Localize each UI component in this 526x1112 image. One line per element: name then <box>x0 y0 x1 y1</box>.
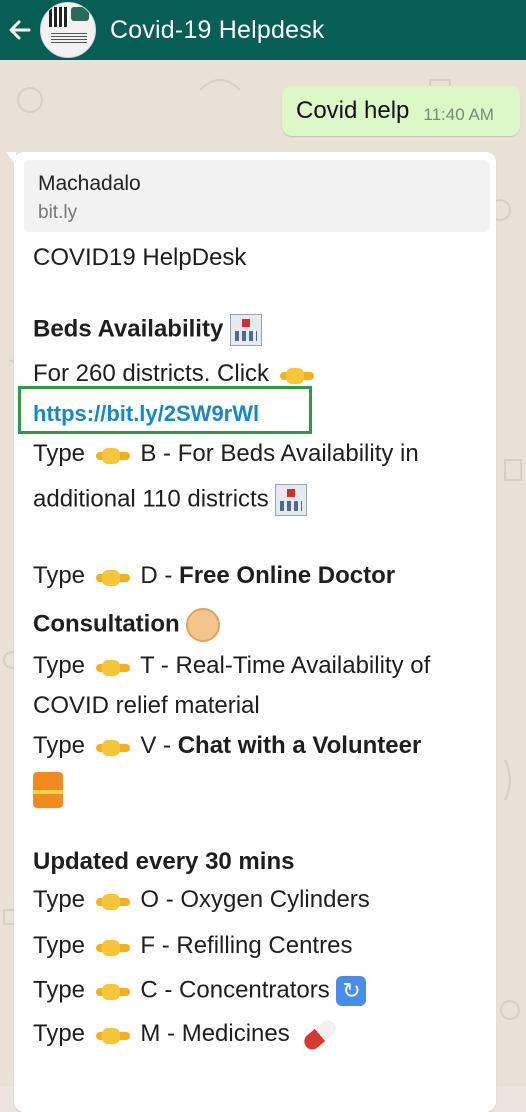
pointing-hand-icon <box>95 980 130 1002</box>
districts-line: For 260 districts. Click <box>33 360 318 388</box>
type-label: Type <box>33 440 86 467</box>
chat-title[interactable]: Covid-19 Helpdesk <box>110 16 325 45</box>
qr-code-icon <box>49 7 69 27</box>
option-f-line: Type F - Refilling Centres <box>33 932 352 960</box>
type-label: Type <box>33 886 86 913</box>
option-v-line: Type V - Chat with a Volunteer <box>33 732 421 760</box>
avatar[interactable] <box>40 2 96 58</box>
type-label: Type <box>33 562 86 589</box>
option-m-line: Type M - Medicines <box>33 1016 340 1053</box>
option-t-line: Type T - Real-Time Availability of <box>33 652 430 680</box>
pointing-hand-icon <box>95 566 130 588</box>
pointing-hand-icon <box>279 364 314 386</box>
hospital-icon <box>275 484 308 516</box>
pointing-hand-icon <box>95 736 130 758</box>
link-line: https://bit.ly/2SW9rWl <box>33 400 259 428</box>
incoming-message[interactable]: Machadalo bit.ly COVID19 HelpDesk Beds A… <box>6 152 496 1112</box>
pointing-hand-icon <box>95 656 130 678</box>
beds-title: Beds Availability <box>33 315 224 343</box>
option-t-line-2: COVID relief material <box>33 692 260 720</box>
option-d-title-2: Consultation <box>33 610 180 638</box>
preview-domain: bit.ly <box>38 202 78 223</box>
pointing-hand-icon <box>95 890 130 912</box>
option-d-title: Free Online Doctor <box>179 562 396 589</box>
bubble-tail <box>6 152 16 166</box>
link-preview[interactable]: Machadalo bit.ly <box>24 160 490 232</box>
pointing-hand-icon <box>95 1024 130 1046</box>
option-t-text-2: COVID relief material <box>33 692 260 719</box>
back-button[interactable] <box>0 10 40 50</box>
option-b-text-2: additional 110 districts <box>33 485 269 513</box>
message-heading: COVID19 HelpDesk <box>33 244 247 271</box>
chat-header: Covid-19 Helpdesk <box>0 0 526 60</box>
updated-line: Updated every 30 mins <box>33 848 295 875</box>
option-c-line: Type C - Concentrators ↻ <box>33 976 367 1006</box>
type-label: Type <box>33 932 86 959</box>
type-label: Type <box>33 976 86 1004</box>
option-d-line-2: Consultation <box>33 608 221 642</box>
option-m-text: M - Medicines <box>140 1020 290 1047</box>
safety-vest-icon <box>33 772 63 808</box>
option-c-text: C - Concentrators <box>140 976 330 1004</box>
type-label: Type <box>33 652 86 679</box>
option-b-line: Type B - For Beds Availability in <box>33 440 419 468</box>
option-o-text: O - Oxygen Cylinders <box>140 886 370 913</box>
sync-icon: ↻ <box>336 976 367 1006</box>
outgoing-time: 11:40 AM <box>423 105 494 124</box>
pill-icon <box>301 1016 340 1053</box>
pointing-hand-icon <box>95 936 130 958</box>
option-f-text: F - Refilling Centres <box>140 932 353 959</box>
option-b-line-2: additional 110 districts <box>33 484 308 516</box>
vest-line <box>33 772 63 815</box>
avatar-text-lines <box>51 33 87 43</box>
outgoing-text: Covid help <box>296 97 410 124</box>
hospital-icon <box>229 314 262 346</box>
outgoing-message[interactable]: Covid help 11:40 AM <box>282 86 520 136</box>
logo-badge <box>71 7 89 21</box>
option-t-text: T - Real-Time Availability of <box>139 652 431 679</box>
type-label: Type <box>33 732 86 759</box>
preview-site: Machadalo <box>38 172 141 195</box>
districts-text: For 260 districts. Click <box>33 360 270 387</box>
option-v-code: V - <box>140 732 172 759</box>
back-arrow-icon <box>9 20 31 40</box>
option-d-line: Type D - Free Online Doctor <box>33 562 395 590</box>
bitly-link[interactable]: https://bit.ly/2SW9rWl <box>33 401 259 426</box>
type-label: Type <box>33 1020 86 1047</box>
pointing-hand-icon <box>95 444 130 466</box>
doctor-icon <box>186 608 221 642</box>
option-v-title: Chat with a Volunteer <box>177 732 422 759</box>
option-b-text: B - For Beds Availability in <box>140 440 419 467</box>
beds-title-line: Beds Availability <box>33 314 262 346</box>
option-o-line: Type O - Oxygen Cylinders <box>33 886 370 914</box>
option-d-code: D - <box>140 562 173 589</box>
